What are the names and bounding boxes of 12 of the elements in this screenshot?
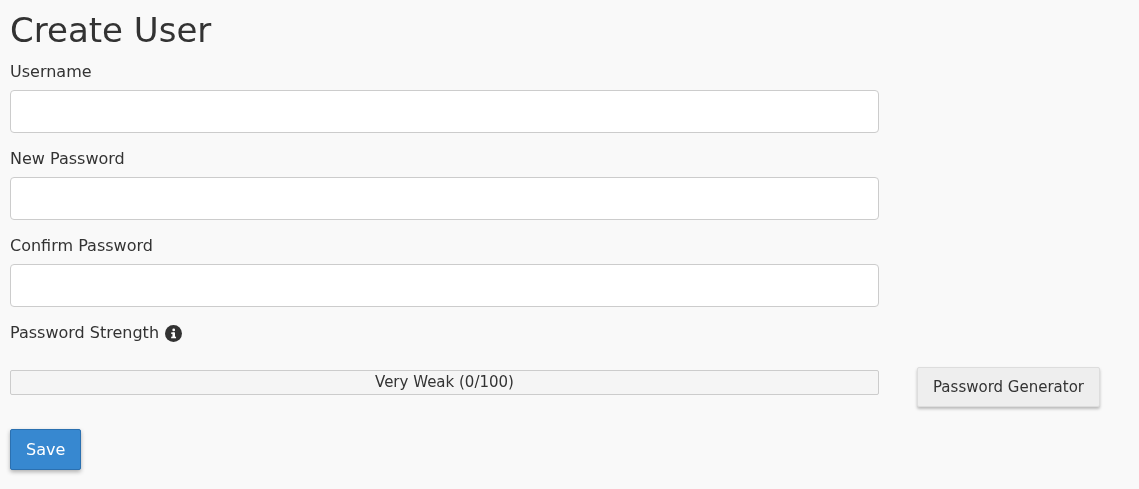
info-icon[interactable] [165,324,183,342]
field-label: Username [10,62,93,82]
save-button[interactable]: Save [10,429,82,470]
strength-reading: Very Weak (0/100) [375,373,514,391]
password-generator-button[interactable]: Password Generator [917,367,1100,407]
field-label: Password Strength [10,323,160,343]
input-field[interactable] [10,264,879,307]
input-field[interactable] [10,90,879,133]
field-label: New Password [10,149,126,169]
input-field[interactable] [10,177,879,220]
field-label: Confirm Password [10,236,154,256]
page-title: Create User [10,9,213,52]
